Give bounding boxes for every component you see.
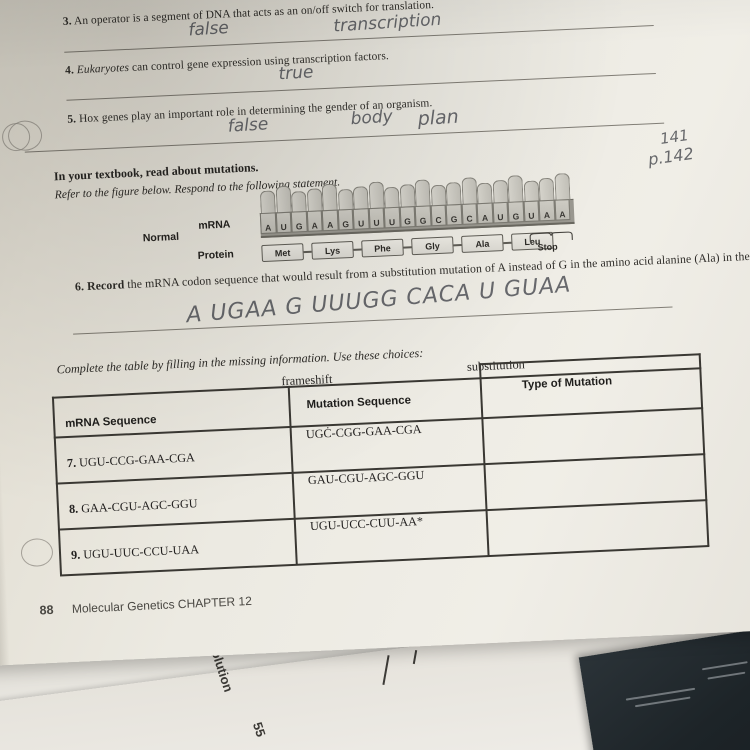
question-5-text: Hox genes play an important role in dete…	[78, 102, 326, 126]
mrna-base: U	[383, 206, 401, 229]
mrna-base-stem	[554, 173, 571, 201]
question-6-lead: Record	[86, 277, 125, 293]
table-border-left	[51, 396, 62, 576]
question-4-number: 4.	[64, 64, 75, 77]
figure-protein-label: Protein	[197, 248, 235, 262]
mrna-base-stem	[476, 182, 493, 205]
answer-line-4	[66, 72, 656, 101]
table-border-right	[698, 353, 709, 547]
mrna-base: U	[368, 207, 385, 230]
mrna-base: A	[259, 212, 277, 235]
mrna-base-stem	[368, 181, 385, 210]
choice-substitution: substitution	[466, 357, 526, 374]
photo-of-worksheet: volution 55 3. An operator is a segment …	[0, 0, 750, 750]
handwriting-4-truefalse: true	[277, 62, 314, 85]
page-spine-shadow	[0, 0, 11, 667]
mrna-base-stem	[538, 177, 555, 202]
table-intro: Complete the table by filling in the mis…	[56, 345, 424, 377]
table-row-number: 7.	[66, 455, 80, 471]
amino-acid-box: Gly	[411, 236, 454, 256]
mrna-base: G	[507, 201, 524, 223]
mrna-base-stem	[291, 190, 307, 213]
amino-acid-box: Met	[261, 243, 304, 263]
mrna-base: G	[414, 205, 432, 228]
stop-codon-label: Stop	[537, 241, 558, 253]
table-row: 7. UGU-CCG-GAA-CGA	[67, 450, 196, 471]
mrna-base: A	[476, 202, 494, 225]
peptide-bond-link	[453, 243, 462, 246]
mrna-base: G	[337, 208, 354, 231]
mrna-base-stem	[337, 188, 354, 211]
mrna-base-stem	[445, 181, 462, 206]
mrna-base-stem	[492, 179, 509, 204]
page-number: 88	[39, 602, 54, 618]
mrna-base-stem	[383, 186, 400, 209]
mrna-base-stem	[275, 185, 292, 214]
mrna-base: U	[523, 200, 540, 223]
question-3-number: 3.	[62, 15, 72, 28]
amino-acid-box: Phe	[361, 238, 404, 258]
peptide-bond-link	[403, 246, 412, 249]
peptide-bond-link	[503, 241, 512, 244]
amino-acid-box: Lys	[311, 240, 354, 260]
question-4-text: can control gene expression using transc…	[128, 50, 390, 74]
amino-acid-box: Ala	[461, 234, 504, 253]
mrna-base: A	[554, 199, 571, 221]
mrna-base-stem	[523, 180, 540, 203]
table-cell-mrna: GAA-CGU-AGC-GGU	[80, 496, 198, 516]
column-header-mrna: mRNA Sequence	[64, 413, 157, 431]
table-cell-mrna: UGU-UUC-CCU-UAA	[82, 542, 200, 562]
handwriting-5-correction-2: plan	[417, 105, 460, 131]
handwriting-3-truefalse: false	[187, 17, 230, 41]
mrna-base-stem	[414, 179, 431, 208]
table-row: 9. UGU-UUC-CCU-UAA	[71, 542, 200, 563]
worksheet-page: 3. An operator is a segment of DNA that …	[0, 0, 750, 667]
table-cell-mrna: UGU-CCG-GAA-CGA	[78, 450, 196, 470]
peptide-bond-link	[353, 248, 362, 251]
figure-row-label: Normal	[142, 230, 180, 245]
mrna-base: C	[430, 204, 447, 227]
table-row: 8. GAA-CGU-AGC-GGU	[69, 496, 198, 517]
peptide-bond-link	[303, 250, 312, 253]
mrna-base: G	[445, 203, 463, 226]
stop-brace-icon	[529, 231, 573, 242]
question-6-number: 6.	[74, 279, 85, 294]
handwriting-5-correction-1: body	[350, 106, 394, 130]
question-4: 4. Eukaryotes can control gene expressio…	[65, 50, 389, 77]
column-header-mutation: Mutation Sequence	[306, 394, 412, 412]
table-row-number: 8.	[68, 501, 82, 517]
answer-line-5	[24, 122, 665, 153]
mrna-base: A	[538, 199, 555, 222]
mrna-base: G	[290, 210, 308, 233]
mrna-base: U	[275, 211, 292, 234]
question-4-italic: Eukaryotes	[76, 61, 130, 77]
punch-hole-bottom	[20, 537, 54, 568]
mrna-base-stem	[507, 175, 524, 203]
handwriting-5-truefalse: false	[227, 114, 269, 137]
mrna-base: A	[306, 210, 323, 232]
mrna-base: U	[352, 208, 370, 230]
table-border-col2	[478, 363, 490, 557]
question-5-number: 5.	[67, 113, 77, 126]
mrna-base-stem	[306, 188, 323, 212]
table-row-number: 9.	[70, 547, 84, 562]
table-border-col1	[287, 385, 298, 565]
mrna-base-stem	[399, 184, 416, 208]
figure-mrna-label: mRNA	[198, 218, 231, 232]
mrna-base: A	[321, 209, 339, 232]
mrna-base: U	[492, 201, 509, 224]
mrna-base-stem	[321, 183, 338, 212]
footer-chapter: Molecular Genetics CHAPTER 12	[71, 593, 253, 617]
page-footer: 88 Molecular Genetics CHAPTER 12	[39, 592, 252, 620]
mrna-base: C	[461, 203, 478, 225]
column-header-type: Type of Mutation	[521, 375, 613, 392]
mrna-base-stem	[461, 177, 478, 205]
mrna-base-stem	[352, 186, 369, 210]
mrna-base-stem	[430, 184, 447, 207]
mrna-base: G	[399, 206, 416, 228]
mrna-base-stem	[259, 190, 277, 215]
